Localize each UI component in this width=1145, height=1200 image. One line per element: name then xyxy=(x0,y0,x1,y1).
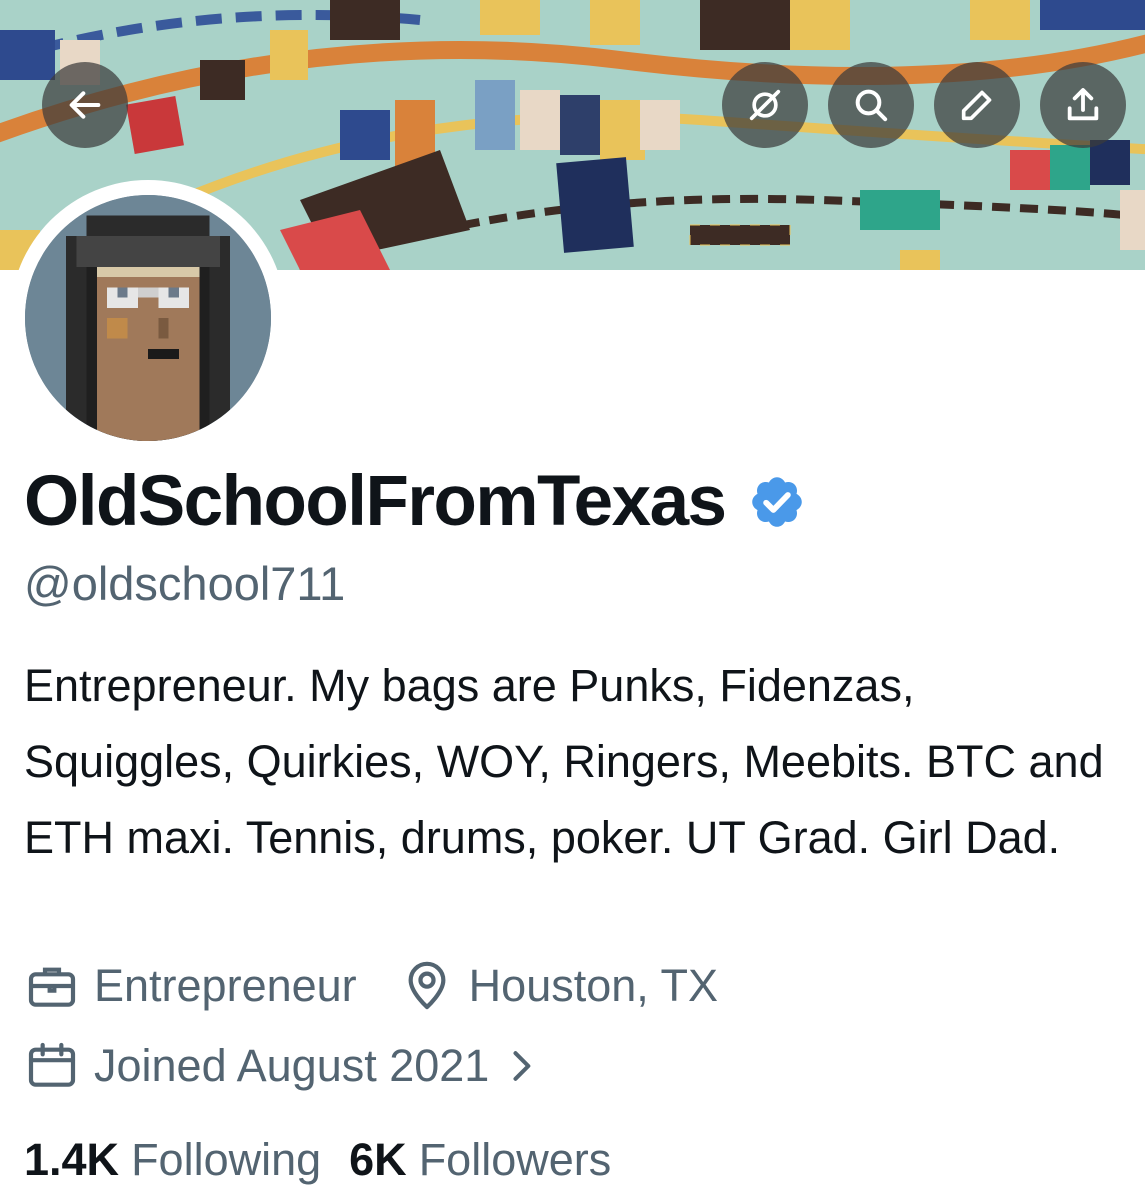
followers-label: Followers xyxy=(418,1134,612,1185)
following-count: 1.4K xyxy=(24,1134,120,1185)
name-row: OldSchoolFromTexas xyxy=(24,452,806,552)
share-button[interactable] xyxy=(1040,62,1126,148)
joined-item[interactable]: Joined August 2021 xyxy=(24,1038,543,1094)
briefcase-icon xyxy=(28,967,76,1007)
user-handle: @oldschool711 xyxy=(24,557,346,610)
profile-meta-row: Entrepreneur Houston, TX xyxy=(24,958,718,1014)
verified-badge-icon[interactable] xyxy=(748,473,806,531)
chevron-right-icon xyxy=(513,1051,531,1081)
joined-row[interactable]: Joined August 2021 xyxy=(24,1038,543,1094)
arrow-left-icon xyxy=(69,91,101,119)
grok-icon xyxy=(749,89,781,121)
followers-link[interactable]: 6K Followers xyxy=(349,1130,611,1190)
follow-stats: 1.4K Following 6K Followers xyxy=(24,1130,611,1190)
avatar-frame[interactable] xyxy=(10,180,286,456)
profile-bio: Entrepreneur. My bags are Punks, Fidenza… xyxy=(24,660,1104,863)
grok-button[interactable] xyxy=(722,62,808,148)
profession-text: Entrepreneur xyxy=(94,960,357,1011)
pencil-icon xyxy=(961,90,992,121)
following-label: Following xyxy=(131,1134,322,1185)
location-text: Houston, TX xyxy=(468,960,718,1011)
joined-text: Joined August 2021 xyxy=(94,1040,490,1091)
search-button[interactable] xyxy=(828,62,914,148)
avatar-pixel-art xyxy=(25,195,271,441)
avatar[interactable] xyxy=(25,195,271,441)
edit-button[interactable] xyxy=(934,62,1020,148)
followers-count: 6K xyxy=(349,1134,407,1185)
following-link[interactable]: 1.4K Following xyxy=(24,1130,321,1190)
display-name: OldSchoolFromTexas xyxy=(24,462,727,541)
location-pin-icon xyxy=(408,961,446,1010)
calendar-icon xyxy=(28,1042,76,1087)
search-icon xyxy=(855,89,888,122)
profession-item: Entrepreneur xyxy=(24,958,357,1014)
back-button[interactable] xyxy=(42,62,128,148)
share-icon xyxy=(1067,88,1099,121)
location-item: Houston, TX xyxy=(399,958,718,1014)
